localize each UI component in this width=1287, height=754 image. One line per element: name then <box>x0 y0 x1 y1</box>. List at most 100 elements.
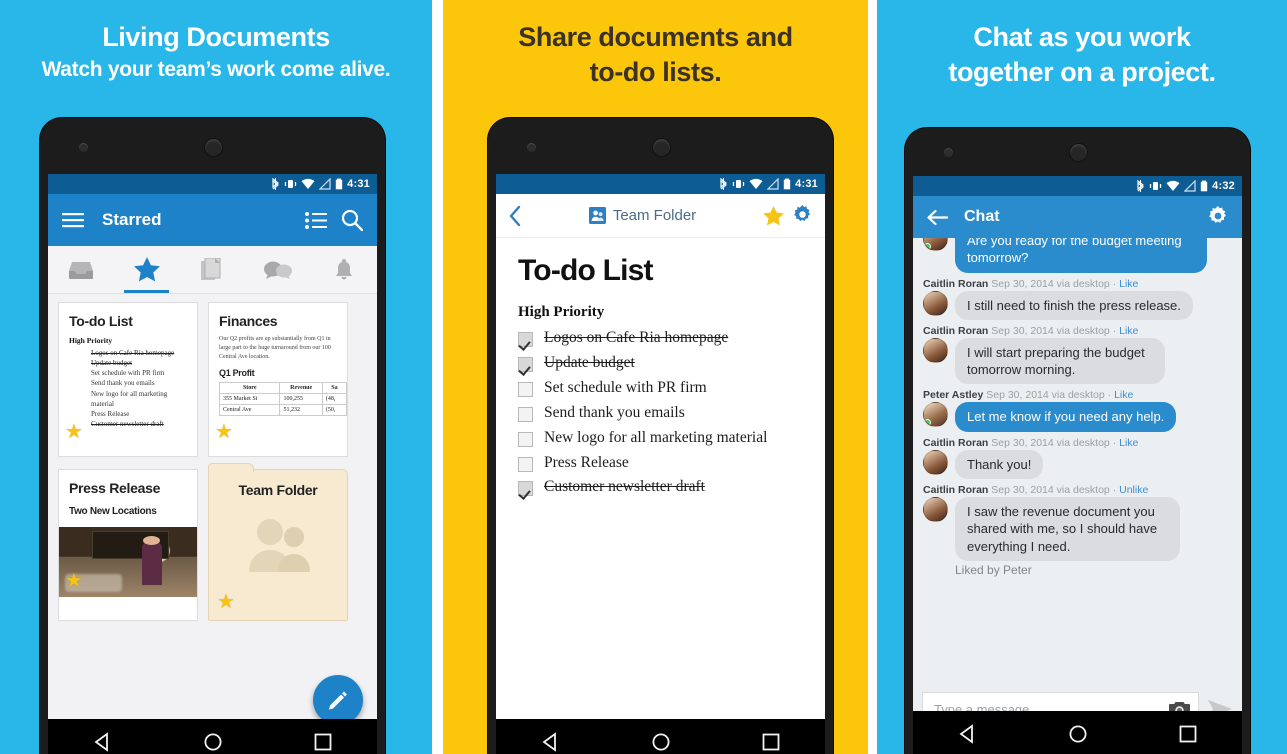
todo-item[interactable]: Customer newsletter draft <box>518 478 803 497</box>
android-nav-bar <box>913 711 1242 754</box>
card-finances[interactable]: Finances Our Q2 profits are up substanti… <box>208 302 348 457</box>
status-bar-time: 4:31 <box>347 178 370 190</box>
phone-screen-left: 4:31 Starred To-do List High Priority Lo… <box>48 174 377 719</box>
wifi-icon <box>749 178 763 189</box>
todo-item[interactable]: Send thank you emails <box>518 404 803 423</box>
like-button[interactable]: Like <box>1119 325 1138 337</box>
checkbox-checked[interactable] <box>518 481 533 497</box>
panel-living-documents: Living Documents Watch your team’s work … <box>0 0 432 754</box>
bluetooth-icon <box>1137 180 1145 192</box>
checkbox-unchecked[interactable] <box>518 431 533 447</box>
search-icon[interactable] <box>341 209 363 231</box>
home-circle-icon[interactable] <box>203 732 223 752</box>
signal-icon <box>319 178 331 190</box>
camera-icon[interactable] <box>1169 701 1190 712</box>
card-finances-subheading: Q1 Profit <box>219 368 255 378</box>
table-cell: 100,255 <box>279 393 323 405</box>
sidebar-item-documents[interactable] <box>180 246 246 293</box>
chat-message-meta: Caitlin Roran Sep 30, 2014 via desktop ·… <box>923 277 1139 290</box>
chevron-left-icon[interactable] <box>508 205 522 227</box>
avatar[interactable] <box>923 238 948 251</box>
card-press-release[interactable]: Press Release Two New Locations ★ <box>58 469 198 621</box>
phone-mockup-right: 4:32 Chat Are you ready for the budget m… <box>905 128 1250 754</box>
todo-item[interactable]: Press Release <box>518 454 803 473</box>
front-camera-icon <box>527 143 536 152</box>
card-title: To-do List <box>69 313 133 329</box>
todo-item[interactable]: Logos on Cafe Ria homepage <box>518 329 803 348</box>
chat-message-meta: Caitlin Roran Sep 30, 2014 via desktop ·… <box>923 436 1139 449</box>
home-circle-icon[interactable] <box>651 732 671 752</box>
chat-timestamp: Sep 30, 2014 via desktop <box>986 389 1105 402</box>
table-cell: 51,232 <box>279 404 323 416</box>
phone-screen-right: 4:32 Chat Are you ready for the budget m… <box>913 176 1242 711</box>
back-triangle-icon[interactable] <box>93 732 113 752</box>
message-input[interactable]: Type a message <box>922 692 1199 711</box>
todo-item[interactable]: New logo for all marketing material <box>518 429 803 448</box>
phone-mockup-left: 4:31 Starred To-do List High Priority Lo… <box>40 118 385 754</box>
panel-divider <box>868 0 877 754</box>
list-item: Press Release <box>91 409 130 418</box>
list-view-icon[interactable] <box>305 211 327 229</box>
arrow-left-icon[interactable] <box>926 209 948 226</box>
chat-message-list[interactable]: Are you ready for the budget meeting tom… <box>913 238 1242 685</box>
sidebar-item-chat[interactable] <box>245 246 311 293</box>
back-triangle-icon[interactable] <box>541 732 561 752</box>
like-button[interactable]: Like <box>1114 389 1133 401</box>
battery-icon <box>335 178 343 190</box>
table-row: Central Ave 51,232 (50, <box>218 404 347 416</box>
earpiece-speaker <box>652 139 670 156</box>
avatar[interactable] <box>923 496 948 522</box>
table-cell: (48, <box>321 393 347 405</box>
liked-by-label: Liked by Peter <box>955 562 1032 577</box>
card-team-folder[interactable]: Team Folder ★ <box>208 463 348 621</box>
sidebar-item-starred[interactable] <box>114 246 180 293</box>
recents-square-icon[interactable] <box>314 733 332 751</box>
unlike-button[interactable]: Unlike <box>1119 484 1148 496</box>
todo-item[interactable]: Update budget <box>518 354 803 373</box>
like-button[interactable]: Like <box>1119 437 1138 449</box>
avatar[interactable] <box>923 290 948 316</box>
board-row-2: Press Release Two New Locations ★ Team F… <box>58 463 367 621</box>
like-button[interactable]: Like <box>1119 278 1138 290</box>
star-icon[interactable]: ★ <box>215 422 233 442</box>
back-triangle-icon[interactable] <box>958 724 978 744</box>
chat-message-meta: Peter Astley Sep 30, 2014 via desktop · … <box>923 389 1134 402</box>
battery-icon <box>1200 180 1208 192</box>
star-icon[interactable]: ★ <box>65 571 83 591</box>
card-title: Team Folder <box>238 482 318 498</box>
home-circle-icon[interactable] <box>1068 724 1088 744</box>
gear-icon[interactable] <box>792 205 813 226</box>
avatar[interactable] <box>923 449 948 475</box>
chat-message-line: Thank you! <box>923 449 1232 479</box>
checkbox-unchecked[interactable] <box>518 456 533 472</box>
chat-message-line: I will start preparing the budget tomorr… <box>923 337 1232 385</box>
card-todo-list[interactable]: To-do List High Priority Logos on Cafe R… <box>58 302 198 457</box>
toolbar-folder-label[interactable]: Team Folder <box>530 207 755 224</box>
recents-square-icon[interactable] <box>762 733 780 751</box>
folder-icon <box>588 207 606 224</box>
star-icon[interactable]: ★ <box>217 592 235 612</box>
sidebar-item-notifications[interactable] <box>311 246 377 293</box>
send-icon[interactable] <box>1207 699 1233 711</box>
checkbox-unchecked[interactable] <box>518 381 533 397</box>
star-icon[interactable] <box>763 205 784 226</box>
avatar[interactable] <box>923 337 948 363</box>
card-todo-section: High Priority <box>69 336 113 345</box>
compose-fab-button[interactable] <box>313 675 363 719</box>
checkbox-checked[interactable] <box>518 332 533 347</box>
chat-message-line: Are you ready for the budget meeting tom… <box>923 238 1232 273</box>
chat-message-meta: Caitlin Roran Sep 30, 2014 via desktop ·… <box>923 483 1149 496</box>
signal-icon <box>767 178 779 190</box>
vibrate-icon <box>733 180 745 188</box>
avatar[interactable] <box>923 402 948 428</box>
todo-item[interactable]: Set schedule with PR firm <box>518 379 803 398</box>
checkbox-unchecked[interactable] <box>518 406 533 422</box>
checkbox-checked[interactable] <box>518 356 533 372</box>
panel-1-headline: Living Documents <box>102 22 330 52</box>
earpiece-speaker <box>1069 144 1087 161</box>
sidebar-item-inbox[interactable] <box>48 246 114 293</box>
star-icon[interactable]: ★ <box>65 422 83 442</box>
recents-square-icon[interactable] <box>1179 725 1197 743</box>
hamburger-menu-icon[interactable] <box>62 212 84 228</box>
gear-icon[interactable] <box>1207 206 1229 228</box>
